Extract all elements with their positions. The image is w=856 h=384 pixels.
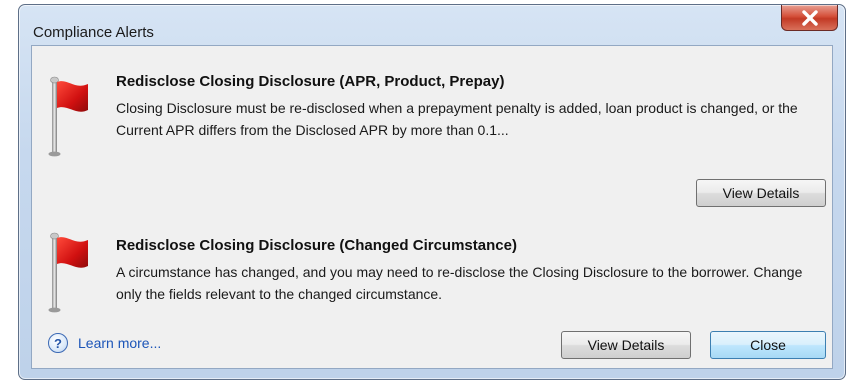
compliance-alerts-dialog: Compliance Alerts Redisclose Closing Dis… — [18, 4, 846, 380]
alert-title: Redisclose Closing Disclosure (Changed C… — [116, 237, 517, 254]
learn-more-area: ? Learn more... — [48, 333, 161, 353]
alerts-panel: Redisclose Closing Disclosure (APR, Prod… — [31, 45, 833, 369]
window-title: Compliance Alerts — [33, 24, 154, 41]
view-details-button[interactable]: View Details — [696, 179, 826, 207]
alert-title: Redisclose Closing Disclosure (APR, Prod… — [116, 73, 505, 90]
window-close-button[interactable] — [781, 5, 838, 31]
close-icon — [801, 9, 818, 26]
close-button[interactable]: Close — [710, 331, 826, 359]
help-icon[interactable]: ? — [48, 333, 68, 353]
alert-description: Closing Disclosure must be re-disclosed … — [116, 100, 798, 138]
learn-more-link[interactable]: Learn more... — [78, 335, 161, 351]
red-flag-icon — [48, 76, 88, 157]
alert-description: A circumstance has changed, and you may … — [116, 264, 803, 302]
view-details-button[interactable]: View Details — [561, 331, 691, 359]
red-flag-icon — [48, 232, 88, 313]
